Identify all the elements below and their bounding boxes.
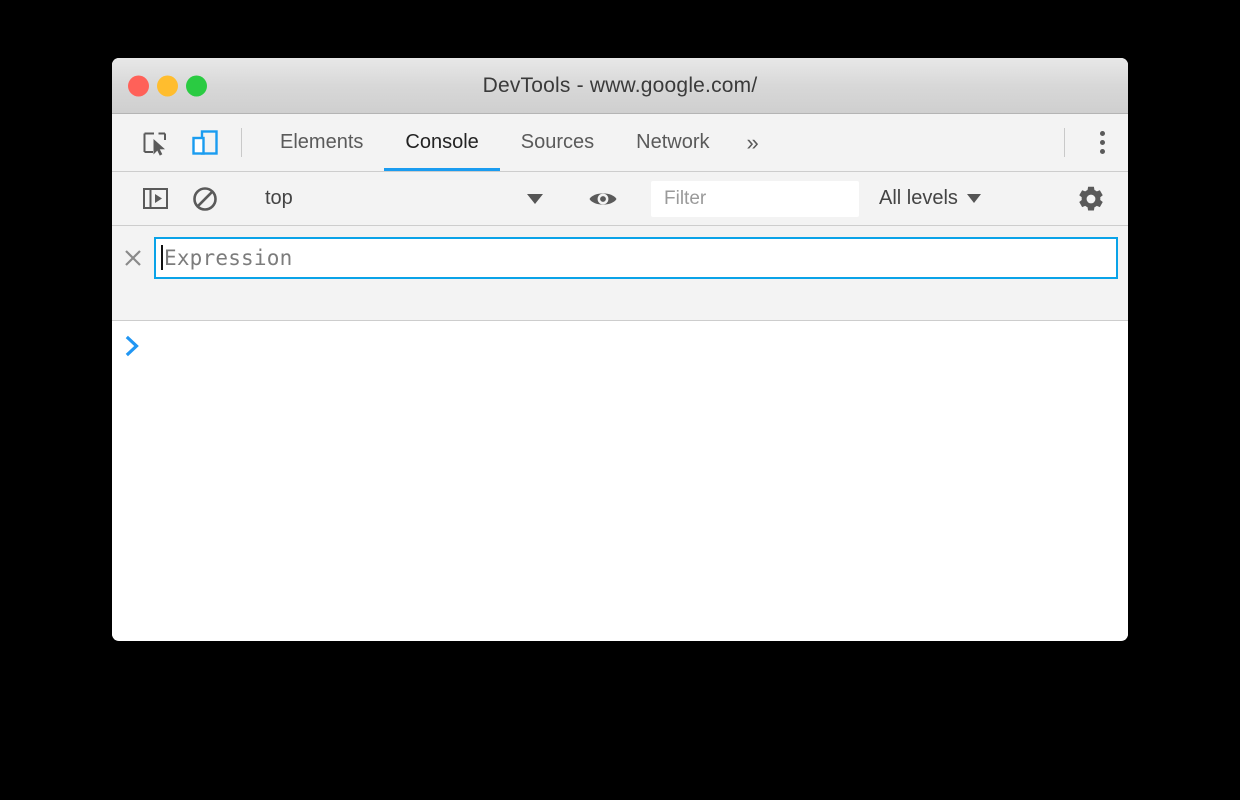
console-toolbar-right [1043, 184, 1128, 214]
more-tabs-label: » [746, 129, 759, 155]
live-expression-input[interactable]: Expression [154, 236, 1118, 279]
live-expression-row: Expression [112, 235, 1128, 280]
create-live-expression-button[interactable] [578, 187, 628, 211]
close-icon [125, 249, 141, 266]
remove-live-expression-button[interactable] [112, 247, 154, 269]
console-settings-button[interactable] [1066, 184, 1116, 214]
tab-console-label: Console [405, 131, 479, 153]
text-caret [161, 245, 163, 270]
devtools-tabbar: Elements Console Sources Network » [112, 114, 1128, 172]
inspect-element-icon [143, 132, 166, 156]
tabbar-right-separator [1064, 128, 1065, 157]
tab-sources[interactable]: Sources [500, 114, 615, 171]
prompt-chevron-icon [125, 335, 139, 357]
kebab-menu-icon [1099, 140, 1105, 145]
more-tabs-button[interactable]: » [731, 114, 775, 171]
log-level-selector[interactable]: All levels [879, 187, 981, 210]
console-toolbar: top Filter All levels [112, 172, 1128, 226]
console-prompt-button [112, 335, 154, 357]
clear-console-button[interactable] [180, 185, 230, 213]
screen: DevTools - www.google.com/ Elements Cons… [0, 0, 1240, 800]
tabbar-right-group [1053, 114, 1128, 171]
tab-sources-label: Sources [520, 131, 595, 153]
console-sidebar-button[interactable] [130, 185, 180, 212]
kebab-menu-icon [1099, 149, 1105, 154]
execution-context-value: top [265, 187, 293, 209]
window-title: DevTools - www.google.com/ [482, 73, 758, 97]
kebab-menu-icon [1099, 131, 1105, 136]
console-output-area[interactable] [112, 321, 1128, 640]
inspect-element-button[interactable] [130, 114, 180, 171]
device-toolbar-button[interactable] [180, 114, 230, 171]
chevron-down-icon [966, 194, 981, 203]
window-titlebar: DevTools - www.google.com/ [112, 58, 1128, 114]
tab-console[interactable]: Console [384, 114, 501, 171]
filter-input[interactable]: Filter [651, 180, 859, 217]
console-prompt-row[interactable] [112, 321, 1128, 367]
tabbar-separator [241, 128, 242, 157]
live-expression-placeholder: Expression [164, 245, 293, 270]
panel-tabs: Elements Console Sources Network » [259, 114, 775, 171]
tab-elements-label: Elements [280, 131, 364, 153]
devtools-window: DevTools - www.google.com/ Elements Cons… [112, 58, 1128, 641]
log-level-value: All levels [879, 187, 958, 209]
main-menu-button[interactable] [1076, 114, 1128, 171]
eye-icon [589, 192, 617, 205]
tab-elements[interactable]: Elements [259, 114, 384, 171]
tab-network-label: Network [636, 131, 710, 153]
clear-console-icon [193, 186, 217, 211]
execution-context-selector[interactable]: top [253, 187, 555, 210]
console-sidebar-icon [142, 188, 168, 209]
gear-icon [1079, 186, 1103, 210]
device-toolbar-icon [192, 129, 218, 155]
filter-placeholder: Filter [664, 187, 707, 209]
chevron-down-icon [527, 193, 543, 204]
live-expression-strip: Expression [112, 226, 1128, 321]
tab-network[interactable]: Network [615, 114, 730, 171]
